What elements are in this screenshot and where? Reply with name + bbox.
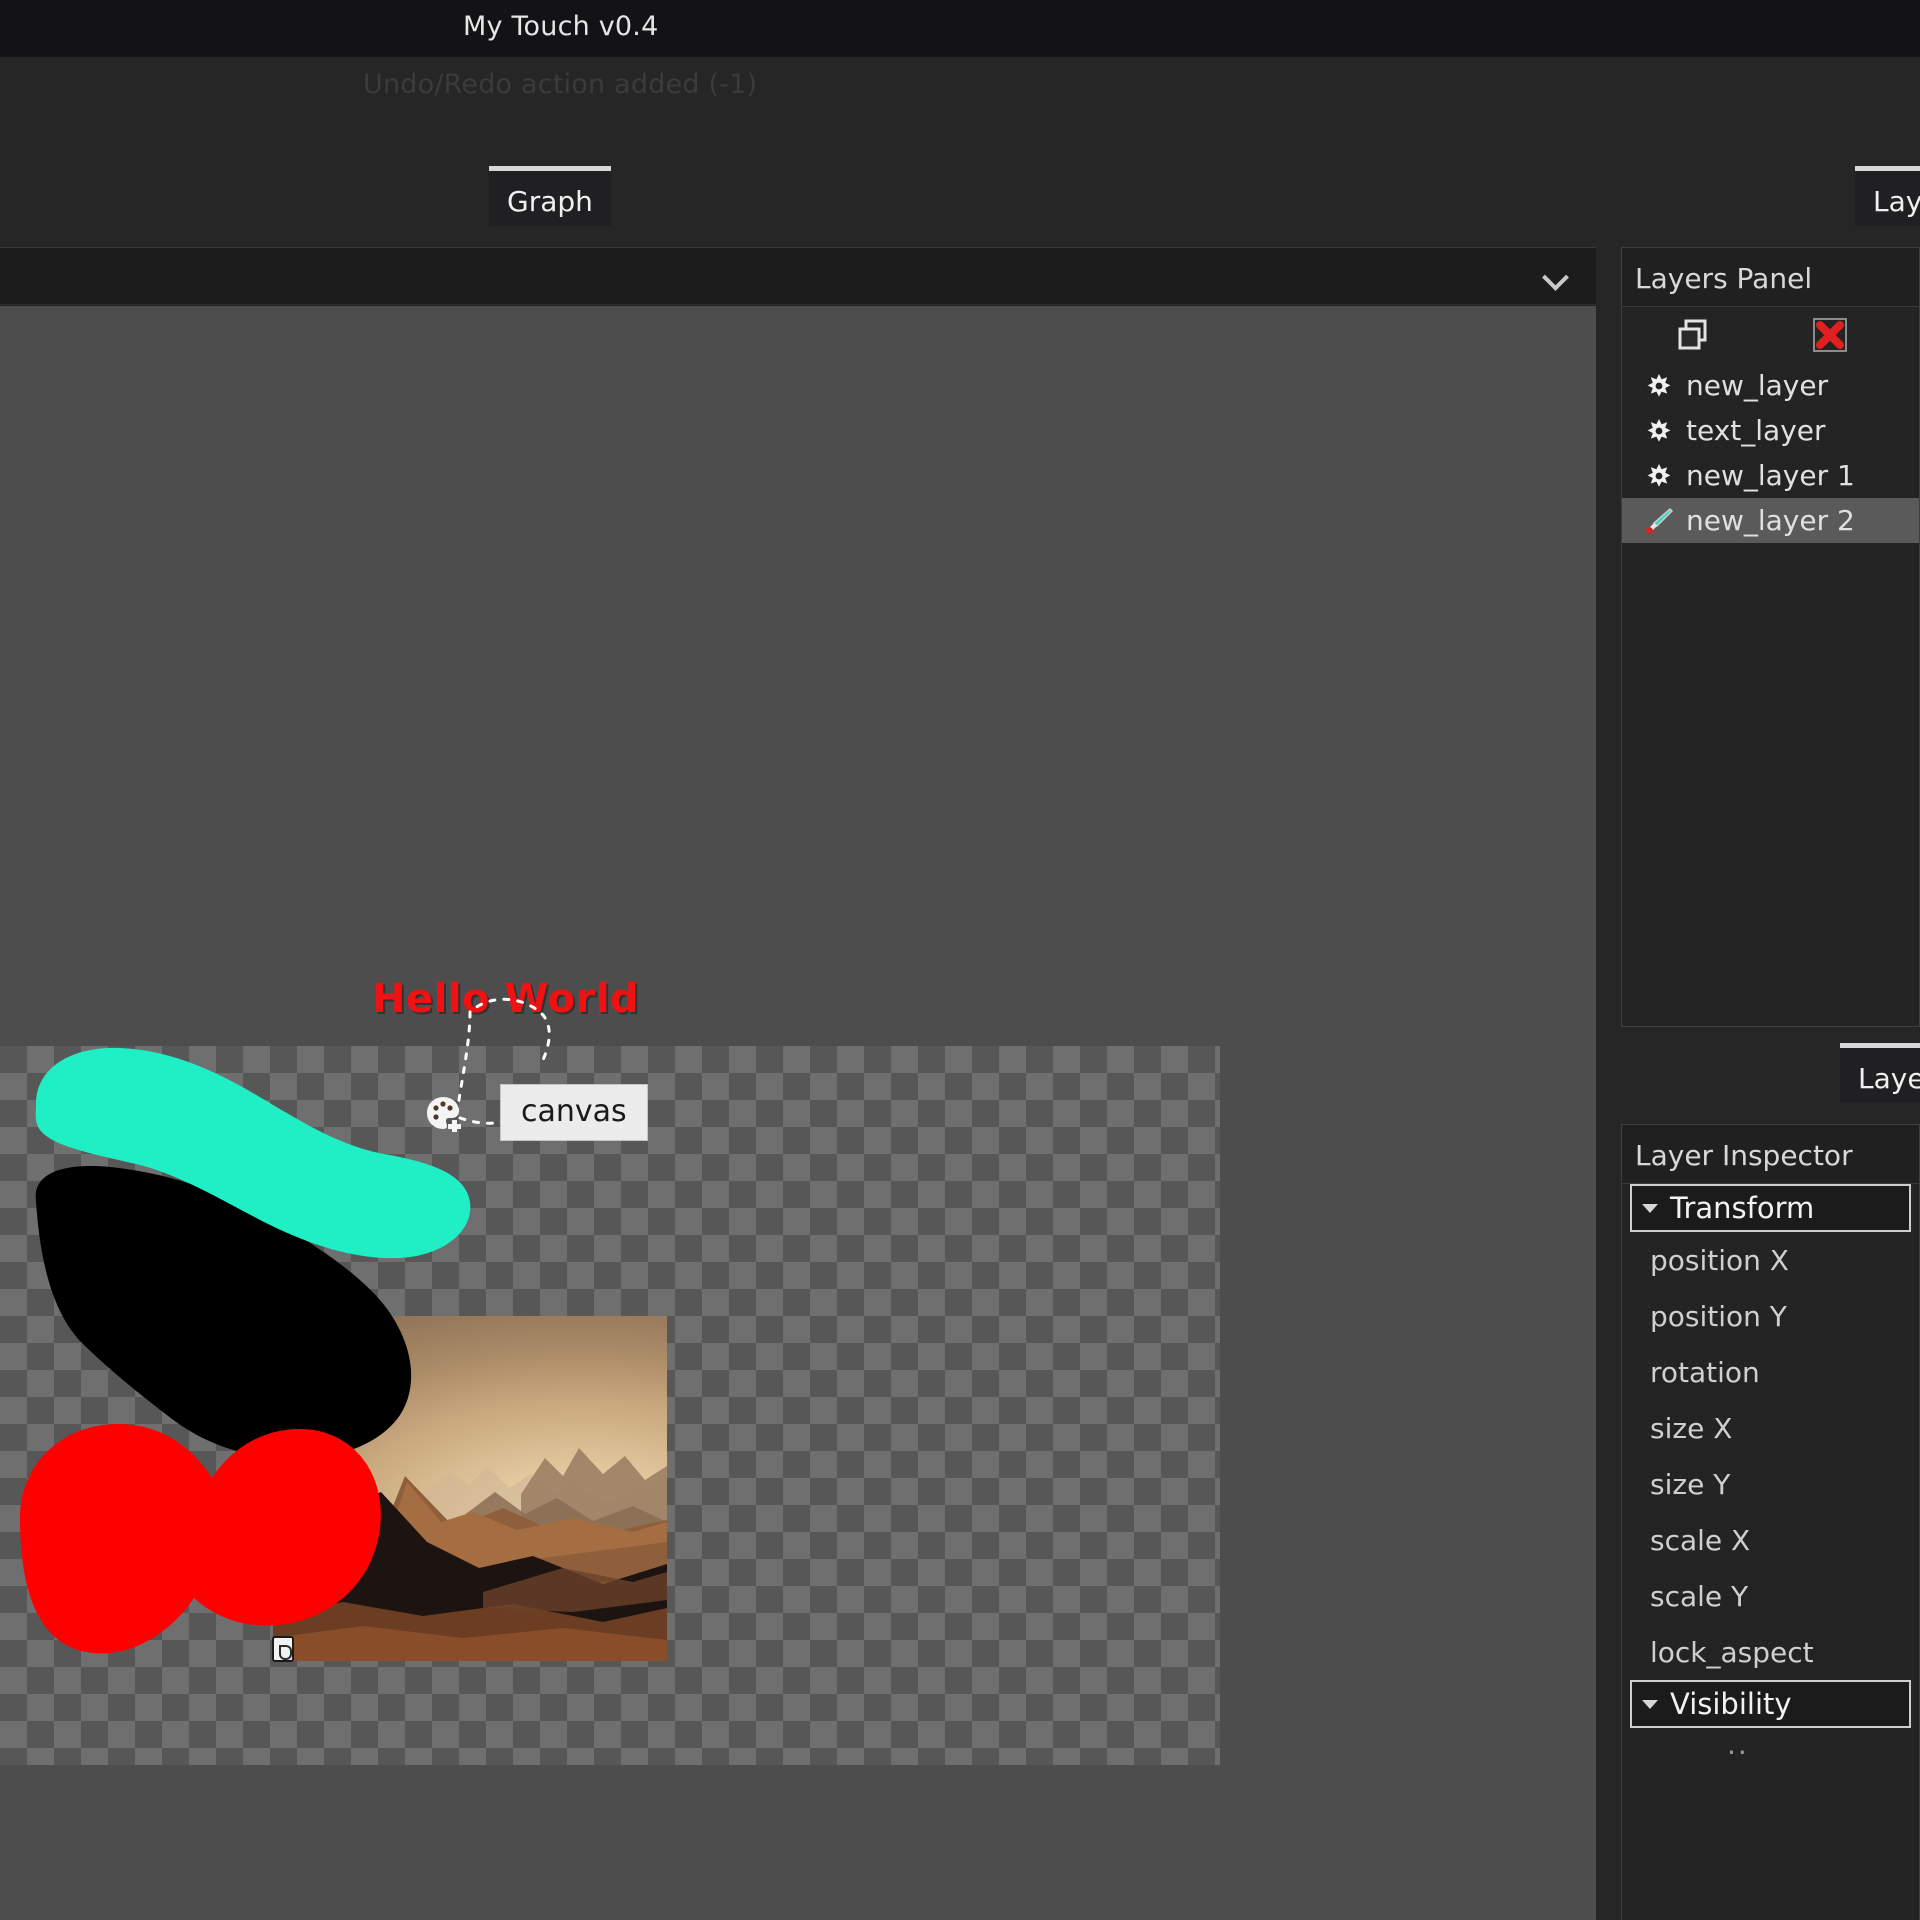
node-canvas-label: canvas bbox=[521, 1094, 627, 1129]
chevron-down-icon bbox=[1642, 1203, 1658, 1213]
inspector-property-row[interactable]: scale X bbox=[1622, 1512, 1919, 1568]
inspector-property-label: position X bbox=[1650, 1243, 1789, 1277]
inspector-property-label: scale Y bbox=[1650, 1579, 1749, 1613]
desert-terrain bbox=[273, 1448, 667, 1661]
inspector-group-header[interactable]: Transform bbox=[1630, 1184, 1911, 1232]
tab-layer-inspector-label: Layer bbox=[1858, 1062, 1920, 1095]
inspector-property-row[interactable]: position Y bbox=[1622, 1288, 1919, 1344]
layer-inspector-panel: Layer Inspector Transform position X posit… bbox=[1621, 1124, 1920, 1920]
inspector-property-list[interactable]: Transform position X position Y rotation siz… bbox=[1622, 1184, 1919, 1920]
layers-panel-title: Layers Panel bbox=[1635, 262, 1813, 295]
graph-pane: Hello World canvas bbox=[0, 247, 1596, 1920]
status-message: Undo/Redo action added (-1) bbox=[363, 69, 758, 100]
tab-layers[interactable]: Lay bbox=[1855, 166, 1920, 226]
inspector-tabstrip: Layer bbox=[1840, 1043, 1920, 1103]
graph-canvas[interactable]: Hello World canvas bbox=[0, 306, 1596, 1920]
inspector-truncated-indicator: .. bbox=[1727, 1728, 1749, 1761]
title-bar: My Touch v0.4 bbox=[0, 0, 1920, 57]
tab-graph-label: Graph bbox=[507, 185, 593, 218]
layer-row[interactable]: new_layer 2 bbox=[1622, 498, 1919, 543]
layer-row-label: text_layer bbox=[1686, 414, 1826, 447]
layer-row-label: new_layer 2 bbox=[1686, 504, 1855, 537]
inspector-property-row[interactable]: size X bbox=[1622, 1400, 1919, 1456]
chevron-down-icon bbox=[1642, 1699, 1658, 1709]
gear-icon bbox=[1644, 461, 1674, 491]
inspector-property-label: size Y bbox=[1650, 1467, 1731, 1501]
gear-icon bbox=[1644, 371, 1674, 401]
layers-panel: Layers Panel new_layer text_layer new_laye… bbox=[1621, 247, 1920, 1027]
brush-icon bbox=[1644, 506, 1674, 536]
image-layer-desert[interactable] bbox=[273, 1316, 667, 1661]
tab-layer-inspector[interactable]: Layer bbox=[1840, 1043, 1920, 1103]
node-canvas[interactable]: canvas bbox=[500, 1084, 648, 1141]
tab-layers-label: Lay bbox=[1873, 185, 1920, 218]
layer-inspector-title: Layer Inspector bbox=[1635, 1139, 1853, 1172]
app-root: My Touch v0.4 Undo/Redo action added (-1… bbox=[0, 0, 1920, 1920]
layer-row[interactable]: new_layer 1 bbox=[1622, 453, 1919, 498]
inspector-group-header[interactable]: Visibility bbox=[1630, 1680, 1911, 1728]
inspector-property-row[interactable]: scale Y bbox=[1622, 1568, 1919, 1624]
inspector-group-label: Visibility bbox=[1670, 1687, 1792, 1721]
inspector-property-row[interactable]: size Y bbox=[1622, 1456, 1919, 1512]
app-title: My Touch v0.4 bbox=[463, 11, 659, 42]
inspector-group-label: Transform bbox=[1670, 1191, 1815, 1225]
inspector-property-label: lock_aspect bbox=[1650, 1635, 1814, 1669]
layers-panel-toolbar bbox=[1622, 307, 1919, 363]
image-resize-handle[interactable] bbox=[272, 1636, 294, 1662]
palette-icon[interactable] bbox=[424, 1094, 462, 1132]
inspector-property-row[interactable]: position X bbox=[1622, 1232, 1919, 1288]
inspector-property-row[interactable]: lock_aspect bbox=[1622, 1624, 1919, 1680]
graph-toolbar bbox=[0, 248, 1596, 305]
duplicate-layer-icon[interactable] bbox=[1675, 317, 1711, 353]
graph-tabstrip: Graph bbox=[489, 166, 611, 226]
inspector-property-label: size X bbox=[1650, 1411, 1733, 1445]
layer-row-label: new_layer 1 bbox=[1686, 459, 1855, 492]
layers-tabstrip: Lay bbox=[1855, 166, 1920, 226]
layer-row-label: new_layer bbox=[1686, 369, 1829, 402]
tab-graph[interactable]: Graph bbox=[489, 166, 611, 226]
inspector-property-label: scale X bbox=[1650, 1523, 1751, 1557]
chevron-down-icon[interactable] bbox=[1544, 266, 1568, 290]
layer-list[interactable]: new_layer text_layer new_layer 1 new_layer … bbox=[1622, 363, 1919, 1026]
delete-layer-icon[interactable] bbox=[1812, 317, 1848, 353]
inspector-property-label: position Y bbox=[1650, 1299, 1787, 1333]
layer-row[interactable]: new_layer bbox=[1622, 363, 1919, 408]
inspector-property-row[interactable]: rotation bbox=[1622, 1344, 1919, 1400]
text-layer-hello-world[interactable]: Hello World bbox=[372, 976, 639, 1022]
gear-icon bbox=[1644, 416, 1674, 446]
layer-row[interactable]: text_layer bbox=[1622, 408, 1919, 453]
inspector-property-label: rotation bbox=[1650, 1355, 1760, 1389]
